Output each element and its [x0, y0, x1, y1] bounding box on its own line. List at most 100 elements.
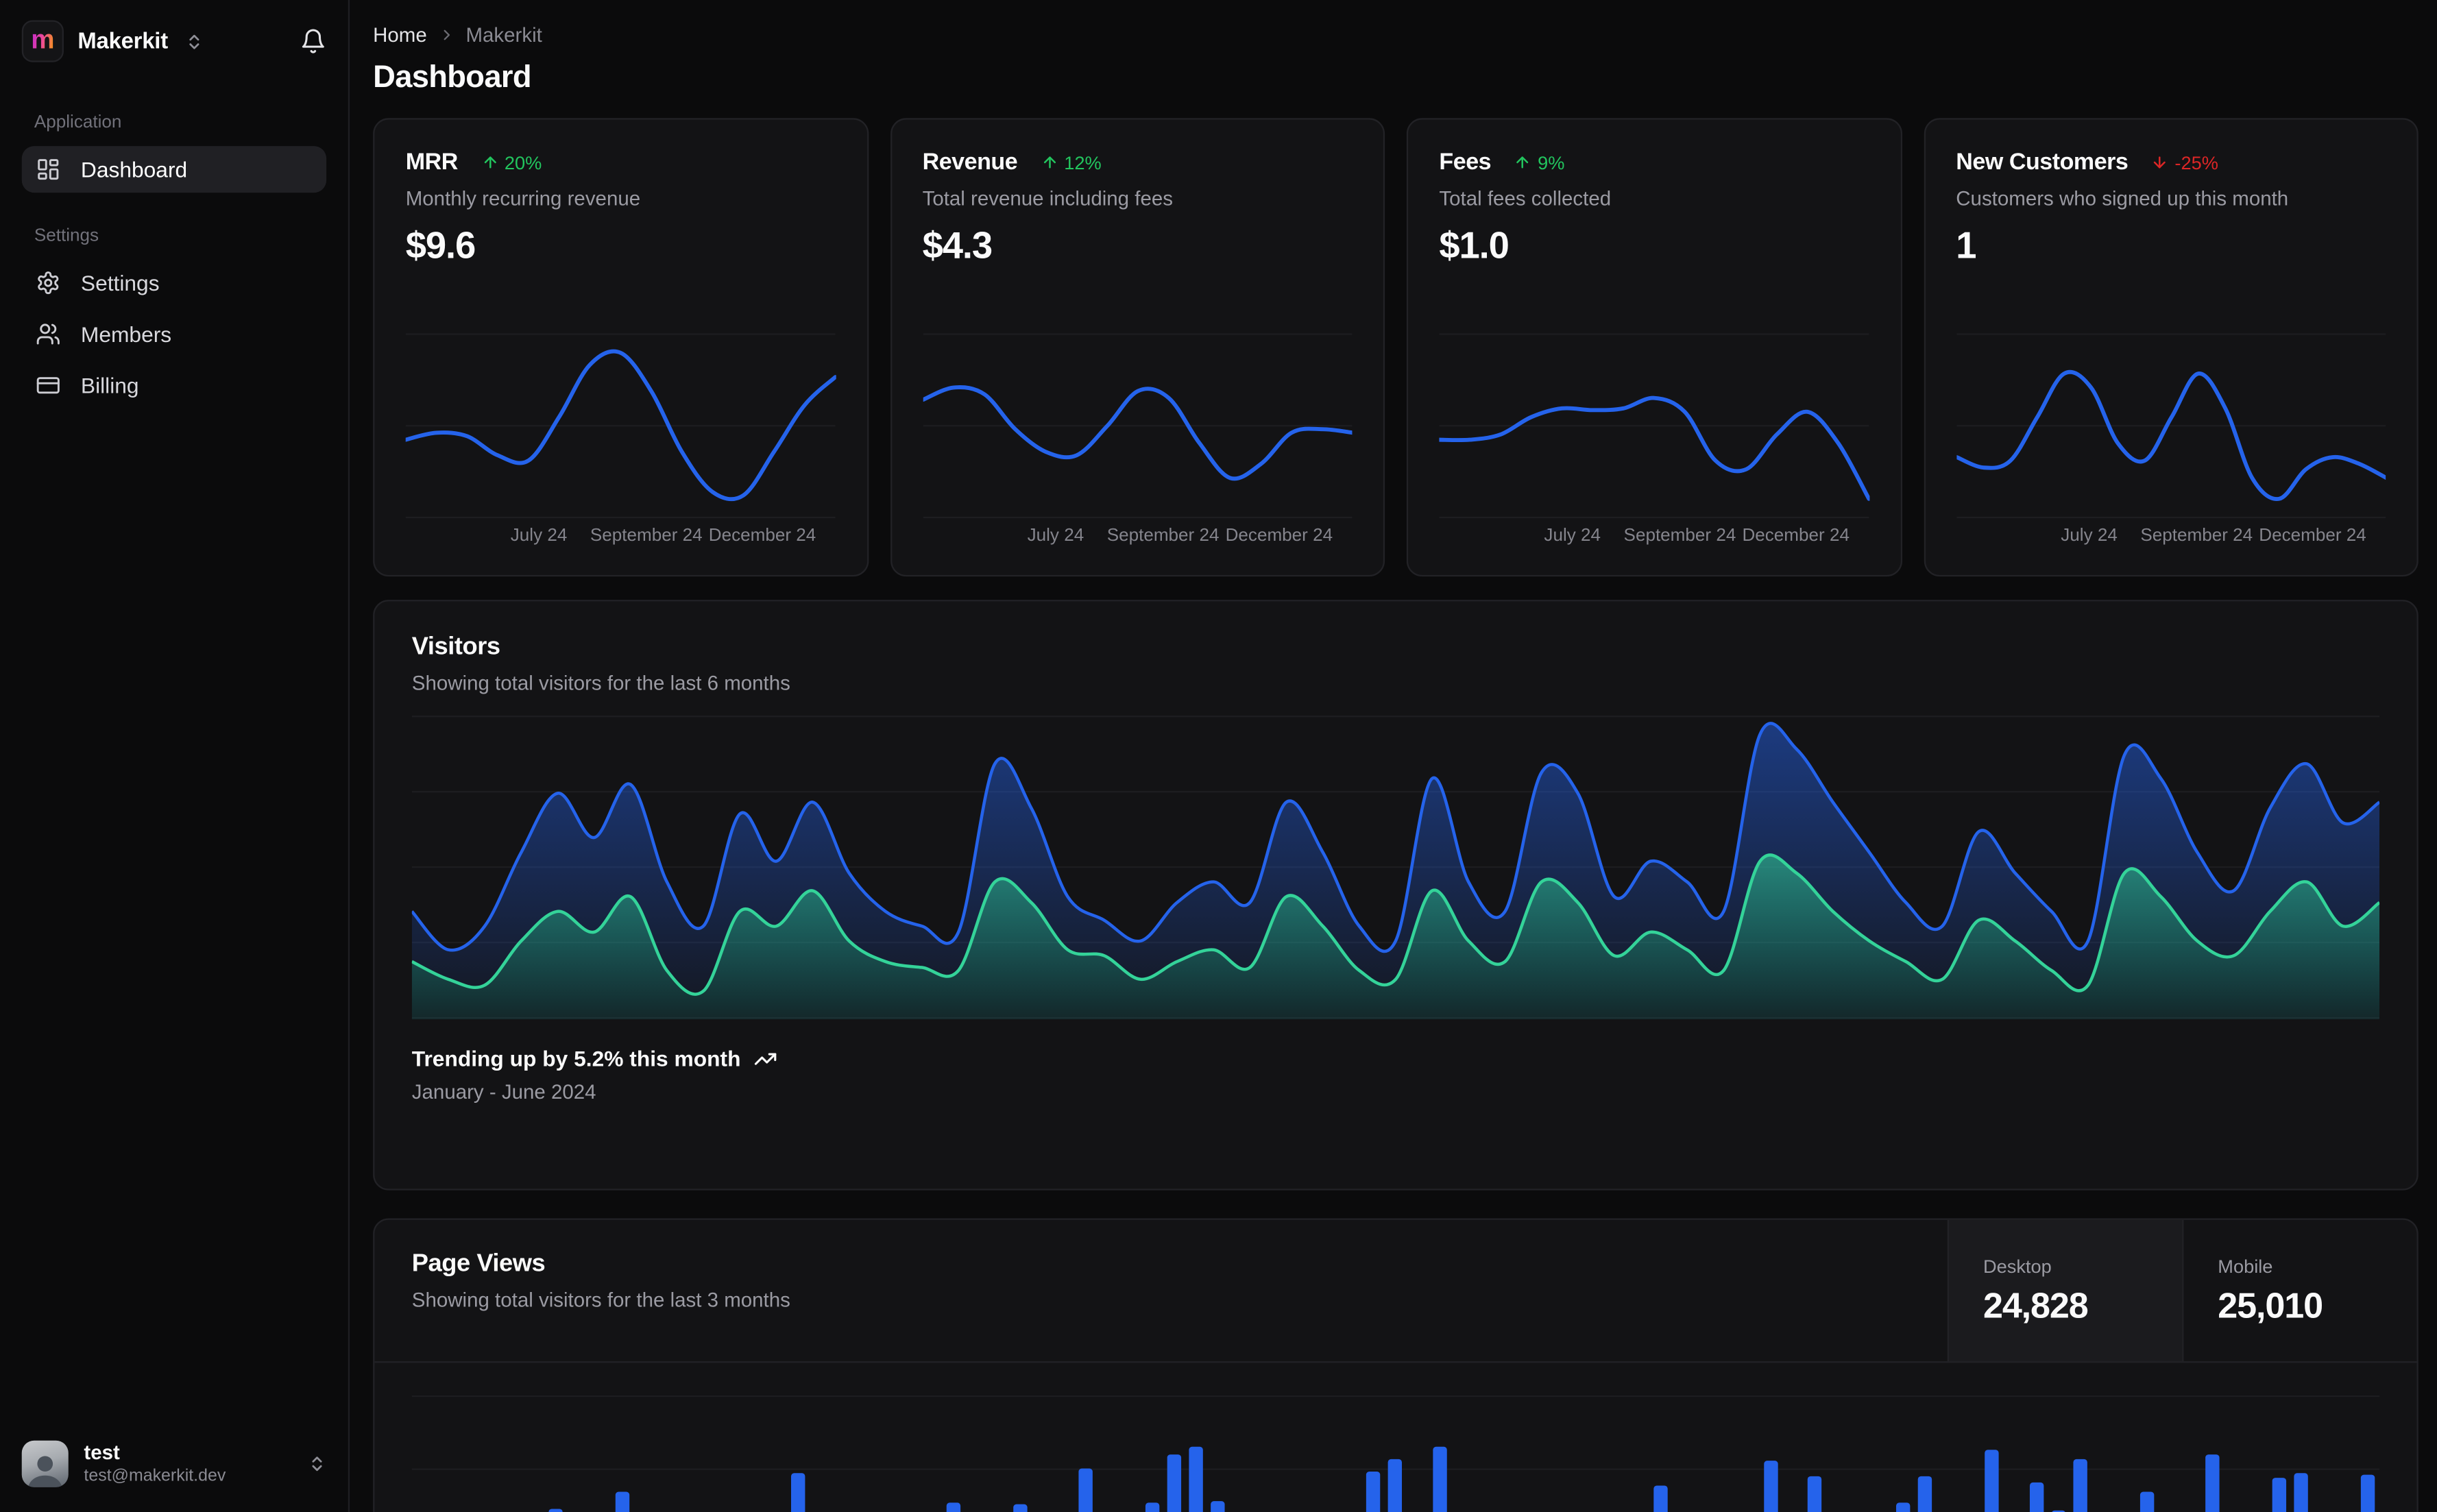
sidebar-item-label: Dashboard — [80, 156, 188, 182]
stat-value: $9.6 — [405, 225, 476, 267]
bar-slot — [1030, 1363, 1052, 1512]
bar-slot — [1738, 1363, 1760, 1512]
bar — [1366, 1472, 1381, 1512]
page-views-bar-chart — [411, 1363, 2380, 1512]
toggle-mobile[interactable]: Mobile 25,010 — [2182, 1219, 2416, 1362]
bar-slot — [2180, 1363, 2202, 1512]
sidebar-item-dashboard[interactable]: Dashboard — [21, 146, 327, 193]
bar-slot — [1185, 1363, 1207, 1512]
bar-slot — [677, 1363, 699, 1512]
arrow-up-icon — [1041, 154, 1058, 171]
bar-slot — [2092, 1363, 2113, 1512]
sidebar-item-settings[interactable]: Settings — [22, 260, 326, 306]
bar-slot — [2070, 1363, 2092, 1512]
bar-slot — [1893, 1363, 1915, 1512]
bar-slot — [2135, 1363, 2157, 1512]
bar — [1918, 1476, 1933, 1512]
bell-icon[interactable] — [300, 28, 327, 55]
user-meta: test test@makerkit.dev — [84, 1441, 226, 1486]
bar-slot — [2113, 1363, 2135, 1512]
bar — [1145, 1502, 1159, 1512]
stat-subtitle: Total fees collected — [1439, 186, 1612, 210]
bar-slot — [500, 1363, 522, 1512]
bar-slot — [743, 1363, 765, 1512]
visitors-subtitle: Showing total visitors for the last 6 mo… — [411, 671, 790, 695]
app-window: m Makerkit Application Dashboard Setting… — [0, 0, 2437, 1512]
stat-card-mrr: MRR 20% Monthly recurring revenue $9.6 J… — [373, 118, 869, 577]
bar-slot — [1141, 1363, 1163, 1512]
mini-chart-wrap: July 24 September 24 December 24 — [1956, 332, 2386, 550]
bar-slot — [1008, 1363, 1030, 1512]
stat-title: New Customers — [1956, 149, 2129, 176]
page-views-toggles: Desktop 24,828 Mobile 25,010 — [1947, 1219, 2417, 1362]
bar-slot — [1915, 1363, 1937, 1512]
trending-up-icon — [753, 1047, 777, 1070]
toggle-value: 25,010 — [2218, 1284, 2323, 1325]
bar-slot — [478, 1363, 500, 1512]
page-title: Dashboard — [373, 60, 531, 95]
bar — [1167, 1454, 1182, 1512]
bar-slot — [2268, 1363, 2290, 1512]
bar-slot — [942, 1363, 964, 1512]
bar-slot — [1340, 1363, 1362, 1512]
user-email: test@makerkit.dev — [84, 1467, 226, 1486]
bar-slot — [589, 1363, 611, 1512]
sidebar-item-label: Billing — [80, 373, 139, 398]
breadcrumb: Home Makerkit — [373, 23, 2418, 47]
bar-slot — [2158, 1363, 2180, 1512]
bar-slot — [1451, 1363, 1472, 1512]
trend-badge: 20% — [481, 151, 542, 173]
bar — [614, 1491, 629, 1512]
bar-slot — [544, 1363, 566, 1512]
bar-slot — [1296, 1363, 1318, 1512]
page-views-title: Page Views — [411, 1251, 546, 1278]
gear-icon — [36, 270, 60, 295]
bar-slot — [1318, 1363, 1340, 1512]
bar-slot — [2246, 1363, 2268, 1512]
toggle-desktop[interactable]: Desktop 24,828 — [1947, 1219, 2183, 1362]
bar-slot — [2312, 1363, 2334, 1512]
bar — [2294, 1473, 2309, 1512]
x-axis-labels: July 24 September 24 December 24 — [1027, 526, 1333, 546]
bar-slot — [699, 1363, 721, 1512]
chevrons-up-down-icon — [185, 32, 204, 50]
bar — [1985, 1450, 1999, 1512]
sidebar-item-members[interactable]: Members — [22, 310, 326, 357]
bar-slot — [986, 1363, 1008, 1512]
bar — [1189, 1446, 1204, 1512]
x-axis-labels: July 24 September 24 December 24 — [1544, 526, 1850, 546]
bar — [1808, 1476, 1823, 1512]
sidebar-section-settings: Settings Settings Members Billing — [22, 227, 326, 413]
visitors-area-chart — [411, 716, 2380, 1020]
bar-slot — [2047, 1363, 2069, 1512]
stat-title: MRR — [405, 149, 459, 176]
bar-slot — [1274, 1363, 1296, 1512]
bar — [2029, 1482, 2044, 1512]
bar-slot — [854, 1363, 876, 1512]
user-menu[interactable]: test test@makerkit.dev — [21, 1437, 326, 1490]
bar — [2205, 1454, 2220, 1512]
bar-slot — [1163, 1363, 1185, 1512]
bar-slot — [1097, 1363, 1119, 1512]
bars-container — [412, 1363, 2379, 1512]
toggle-label: Desktop — [1983, 1254, 2052, 1277]
section-label: Settings — [34, 227, 99, 246]
bar-slot — [876, 1363, 898, 1512]
breadcrumb-current: Makerkit — [465, 23, 542, 47]
visitors-footer: Trending up by 5.2% this month January -… — [412, 1046, 2379, 1103]
bar — [946, 1502, 960, 1512]
stat-value: 1 — [1956, 225, 1976, 267]
bar-slot — [965, 1363, 986, 1512]
breadcrumb-home-link[interactable]: Home — [373, 23, 427, 47]
bar — [2272, 1478, 2287, 1512]
x-axis-labels: July 24 September 24 December 24 — [2061, 526, 2366, 546]
bar-slot — [2003, 1363, 2025, 1512]
workspace-selector[interactable]: m Makerkit — [21, 20, 327, 62]
sidebar-item-billing[interactable]: Billing — [22, 362, 326, 409]
bar-slot — [1472, 1363, 1494, 1512]
stat-subtitle: Total revenue including fees — [922, 186, 1173, 210]
bar — [1078, 1468, 1093, 1512]
bar-slot — [920, 1363, 942, 1512]
trend-value: -25% — [2174, 151, 2218, 173]
trend-value: 12% — [1064, 151, 1102, 173]
